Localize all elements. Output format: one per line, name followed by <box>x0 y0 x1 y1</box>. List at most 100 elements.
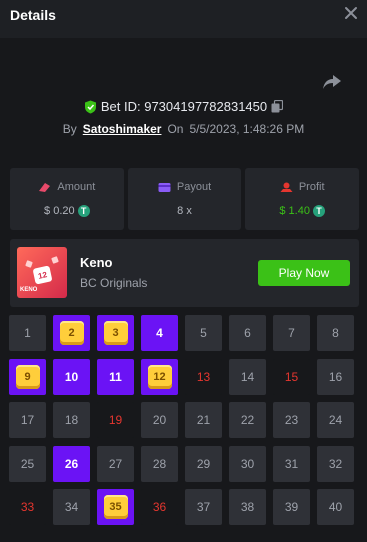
amount-icon <box>39 182 51 192</box>
stat-profit: Profit $ 1.40 T <box>245 168 360 230</box>
keno-number: 29 <box>196 457 211 471</box>
keno-cell: 2 <box>53 315 90 351</box>
keno-number: 28 <box>152 457 167 471</box>
keno-number: 22 <box>240 413 255 427</box>
page-title: Details <box>10 7 56 23</box>
keno-thumbnail[interactable]: 12 KENO <box>17 247 67 298</box>
profit-label: Profit <box>298 181 325 193</box>
keno-cell: 26 <box>53 446 90 482</box>
hit-gem-icon: 35 <box>103 495 128 519</box>
keno-number: 1 <box>24 326 31 340</box>
keno-cell: 34 <box>53 489 90 525</box>
keno-number: 20 <box>152 413 167 427</box>
keno-number: 8 <box>332 326 339 340</box>
hit-gem-icon: 12 <box>147 365 172 389</box>
by-label: By <box>62 122 77 136</box>
keno-number: 27 <box>108 457 123 471</box>
keno-cell: 39 <box>273 489 310 525</box>
keno-cell: 27 <box>97 446 134 482</box>
keno-cell: 17 <box>9 402 46 438</box>
bet-datetime: 5/5/2023, 1:48:26 PM <box>189 122 305 136</box>
keno-cell: 14 <box>229 359 266 395</box>
keno-number: 16 <box>328 370 343 384</box>
payout-icon <box>158 182 171 192</box>
thumb-dice-icon <box>25 260 33 268</box>
thumb-label: KENO <box>20 287 38 293</box>
stat-amount: Amount $ 0.20 T <box>10 168 124 230</box>
keno-number: 7 <box>288 326 295 340</box>
keno-number: 32 <box>328 457 343 471</box>
details-header: Details <box>0 0 367 38</box>
keno-number: 15 <box>284 370 299 384</box>
keno-cell: 3 <box>97 315 134 351</box>
close-icon[interactable] <box>343 5 359 21</box>
hit-gem-icon: 9 <box>15 365 40 389</box>
keno-number: 14 <box>240 370 255 384</box>
keno-number: 39 <box>284 500 299 514</box>
keno-cell: 10 <box>53 359 90 395</box>
keno-cell: 29 <box>185 446 222 482</box>
keno-number: 37 <box>196 500 211 514</box>
keno-cell: 28 <box>141 446 178 482</box>
keno-cell: 36 <box>141 489 178 525</box>
keno-cell: 9 <box>9 359 46 395</box>
thumb-ball: 12 <box>32 265 53 285</box>
keno-number: 30 <box>240 457 255 471</box>
usdt-coin-icon: T <box>77 205 90 217</box>
keno-number: 13 <box>196 370 211 384</box>
keno-cell: 19 <box>97 402 134 438</box>
keno-cell: 40 <box>317 489 354 525</box>
keno-cell: 30 <box>229 446 266 482</box>
bet-stats: Amount $ 0.20 T Payout 8 x Profit $ 1.40… <box>10 168 360 230</box>
keno-number: 26 <box>64 457 79 471</box>
keno-number: 36 <box>152 500 167 514</box>
keno-number: 33 <box>20 500 35 514</box>
keno-cell: 12 <box>141 359 178 395</box>
payout-value: 8 x <box>177 205 192 217</box>
hit-gem-icon: 3 <box>103 321 128 345</box>
keno-cell: 24 <box>317 402 354 438</box>
keno-number: 38 <box>240 500 255 514</box>
keno-number: 34 <box>64 500 79 514</box>
keno-number: 24 <box>328 413 343 427</box>
copy-icon[interactable] <box>271 100 284 113</box>
share-icon[interactable] <box>322 73 342 91</box>
stat-payout: Payout 8 x <box>127 168 242 230</box>
keno-number: 25 <box>20 457 35 471</box>
bet-id: Bet ID: 97304197782831450 <box>100 99 268 114</box>
thumb-dice-icon <box>51 256 59 264</box>
amount-value: $ 0.20 <box>44 205 75 217</box>
keno-cell: 13 <box>185 359 222 395</box>
keno-cell: 35 <box>97 489 134 525</box>
keno-cell: 37 <box>185 489 222 525</box>
keno-number: 4 <box>156 326 163 340</box>
keno-cell: 15 <box>273 359 310 395</box>
keno-cell: 6 <box>229 315 266 351</box>
keno-number: 6 <box>244 326 251 340</box>
keno-number: 21 <box>196 413 211 427</box>
keno-number: 10 <box>64 370 79 384</box>
user-link[interactable]: Satoshimaker <box>83 122 162 136</box>
keno-number: 11 <box>109 370 122 384</box>
keno-cell: 32 <box>317 446 354 482</box>
keno-cell: 21 <box>185 402 222 438</box>
keno-cell: 16 <box>317 359 354 395</box>
verified-shield-icon <box>84 100 96 113</box>
keno-number: 23 <box>284 413 299 427</box>
amount-label: Amount <box>57 181 96 193</box>
keno-number: 31 <box>284 457 299 471</box>
keno-cell: 25 <box>9 446 46 482</box>
keno-cell: 11 <box>97 359 134 395</box>
keno-number: 17 <box>20 413 35 427</box>
keno-cell: 38 <box>229 489 266 525</box>
game-provider: BC Originals <box>80 276 148 290</box>
keno-cell: 7 <box>273 315 310 351</box>
keno-number: 5 <box>200 326 207 340</box>
play-now-button[interactable]: Play Now <box>258 260 350 286</box>
hit-gem-icon: 2 <box>59 321 84 345</box>
payout-label: Payout <box>176 181 212 193</box>
keno-cell: 33 <box>9 489 46 525</box>
game-name: Keno <box>80 255 113 270</box>
keno-cell: 20 <box>141 402 178 438</box>
usdt-coin-icon: T <box>312 205 325 217</box>
